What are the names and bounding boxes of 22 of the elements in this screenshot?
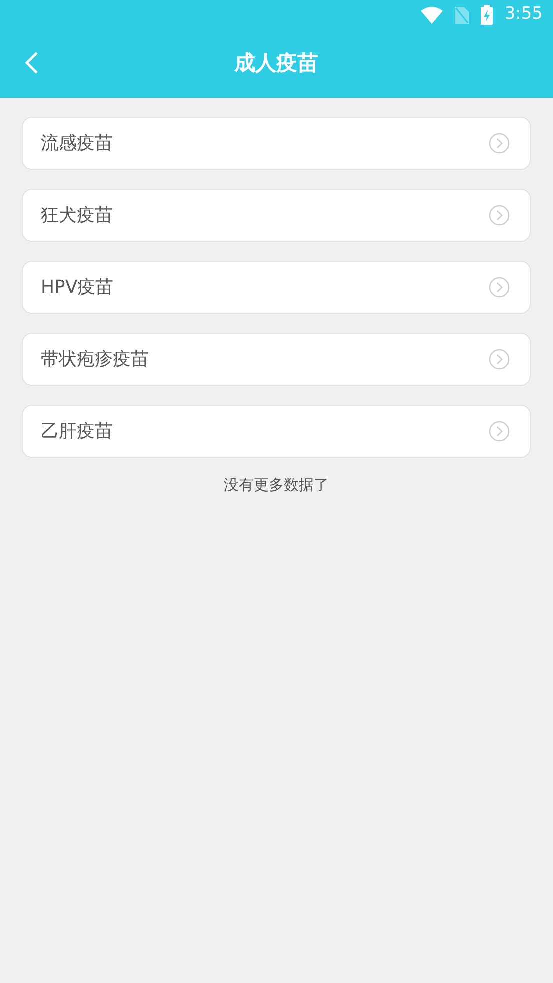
chevron-circle-icon: [489, 277, 510, 298]
status-time: 3:55: [504, 3, 543, 26]
battery-icon: [480, 5, 493, 25]
chevron-circle-icon: [489, 133, 510, 154]
chevron-circle-icon: [489, 349, 510, 370]
vaccine-list-item[interactable]: 乙肝疫苗: [22, 405, 531, 458]
no-sim-icon: [454, 6, 469, 24]
vaccine-name: 狂犬疫苗: [41, 204, 113, 228]
vaccine-list-item[interactable]: 带状疱疹疫苗: [22, 333, 531, 386]
chevron-circle-icon: [489, 421, 510, 442]
page-title: 成人疫苗: [234, 50, 318, 78]
vaccine-name: 带状疱疹疫苗: [41, 348, 149, 372]
vaccine-name: HPV疫苗: [41, 276, 114, 300]
chevron-circle-icon: [489, 205, 510, 226]
no-more-data-text: 没有更多数据了: [224, 475, 329, 496]
vaccine-name: 乙肝疫苗: [41, 420, 113, 444]
vaccine-list-item[interactable]: 狂犬疫苗: [22, 189, 531, 242]
back-icon: [25, 51, 39, 75]
wifi-icon: [420, 6, 443, 24]
vaccine-list-item[interactable]: 流感疫苗: [22, 117, 531, 170]
vaccine-list-item[interactable]: HPV疫苗: [22, 261, 531, 314]
vaccine-name: 流感疫苗: [41, 132, 113, 156]
